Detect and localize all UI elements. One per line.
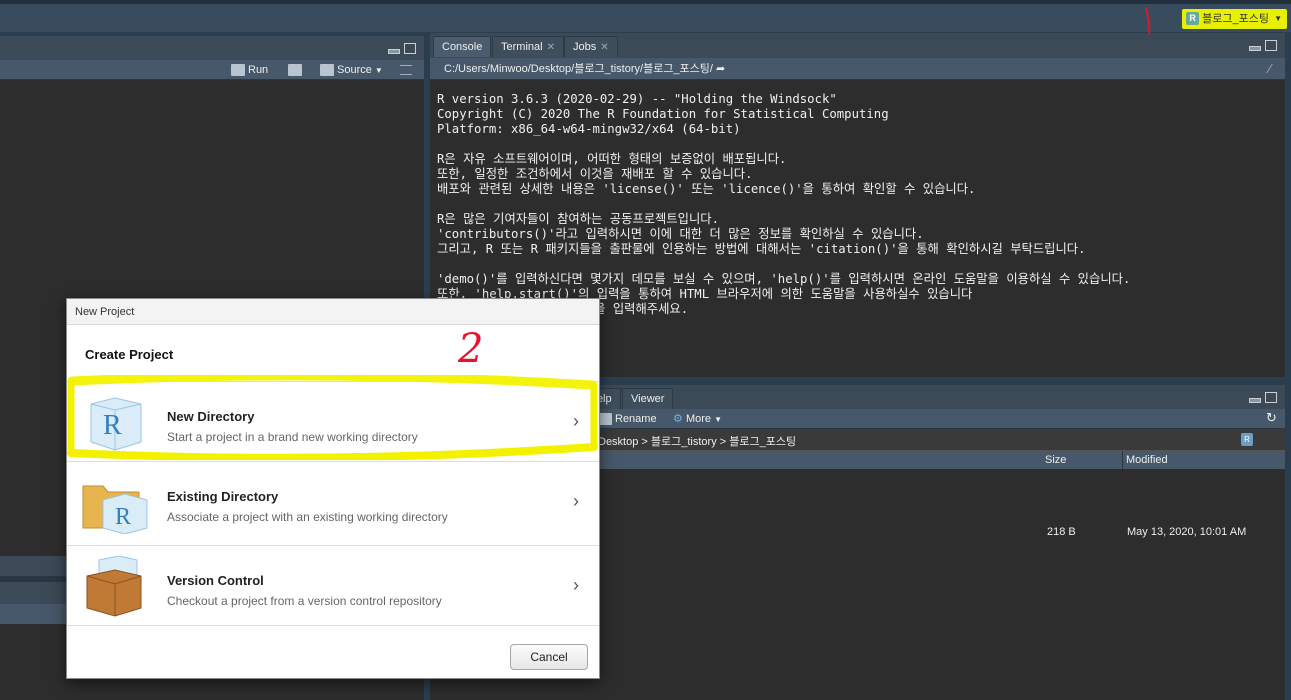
- maximize-icon[interactable]: [1265, 392, 1277, 403]
- source-toolbar: Run Source ▼: [0, 60, 424, 80]
- option-title: Existing Directory: [167, 489, 279, 504]
- cancel-button[interactable]: Cancel: [510, 644, 588, 670]
- window-buttons: [1249, 392, 1279, 404]
- option-description: Checkout a project from a version contro…: [167, 594, 442, 608]
- chevron-down-icon: ▼: [714, 415, 722, 424]
- breadcrumb[interactable]: Desktop > 블로그_tistory > 블로그_포스팅: [598, 433, 796, 449]
- top-toolbar: R 블로그_포스팅 ▼: [0, 0, 1291, 32]
- window-buttons: [388, 43, 418, 55]
- tab-viewer[interactable]: Viewer: [622, 388, 674, 409]
- column-size[interactable]: Size: [1045, 454, 1066, 466]
- r-project-icon: R: [1186, 12, 1200, 25]
- minimize-icon[interactable]: [1249, 398, 1261, 403]
- svg-text:R: R: [115, 504, 131, 530]
- source-icon: [320, 64, 334, 77]
- console-line: Platform: x86_64-w64-mingw32/x64 (64-bit…: [437, 122, 741, 136]
- rerun-icon: [288, 64, 302, 77]
- file-modified: May 13, 2020, 10:01 AM: [1127, 526, 1247, 538]
- maximize-icon[interactable]: [1265, 40, 1277, 51]
- file-size: 218 B: [1047, 526, 1076, 538]
- rename-button[interactable]: Rename: [598, 411, 657, 427]
- outline-icon[interactable]: [400, 65, 412, 75]
- version-control-icon: [86, 556, 142, 617]
- column-modified[interactable]: Modified: [1126, 454, 1168, 466]
- console-line: Copyright (C) 2020 The R Foundation for …: [437, 107, 889, 121]
- option-description: Associate a project with an existing wor…: [167, 510, 448, 524]
- run-button[interactable]: Run: [231, 62, 268, 78]
- gear-icon: ⚙: [673, 413, 683, 425]
- existing-directory-icon: R: [82, 485, 148, 534]
- console-path[interactable]: C:/Users/Minwoo/Desktop/블로그_tistory/블로그_…: [444, 60, 725, 76]
- annotation-number-1: 1: [1146, 6, 1147, 7]
- chevron-right-icon: ›: [573, 575, 579, 595]
- option-title: Version Control: [167, 573, 264, 588]
- close-icon[interactable]: ✕: [547, 42, 555, 53]
- console-tabs-bar: Console Terminal ✕ Jobs ✕: [430, 33, 1285, 58]
- chevron-down-icon: ▼: [1274, 14, 1282, 23]
- console-line: R version 3.6.3 (2020-02-29) -- "Holding…: [437, 92, 837, 106]
- dialog-title: New Project: [67, 299, 599, 325]
- version-control-option[interactable]: Version Control Checkout a project from …: [67, 545, 599, 625]
- more-button[interactable]: ⚙ More ▼: [673, 411, 722, 428]
- console-line: R은 많은 기여자들이 참여하는 공동프로젝트입니다.: [437, 212, 719, 226]
- existing-directory-option[interactable]: R Existing Directory Associate a project…: [67, 461, 599, 541]
- dialog-heading: Create Project: [85, 347, 174, 362]
- console-line: 'contributors()'라고 입력하시면 이에 대한 더 많은 정보를 …: [437, 227, 924, 241]
- close-icon[interactable]: ✕: [600, 42, 608, 53]
- new-project-dialog: New Project Create Project R New Directo…: [66, 298, 600, 679]
- console-line: R은 자유 소프트웨어이며, 어떠한 형태의 보증없이 배포됩니다.: [437, 152, 787, 166]
- r-project-icon[interactable]: R: [1241, 433, 1253, 446]
- refresh-icon[interactable]: ↻: [1266, 410, 1277, 426]
- console-line: 배포와 관련된 상세한 내용은 'license()' 또는 'licence(…: [437, 182, 976, 196]
- console-line: 그리고, R 또는 R 패키지들을 출판물에 인용하는 방법에 대해서는 'ci…: [437, 242, 1086, 256]
- project-name: 블로그_포스팅: [1202, 13, 1269, 25]
- source-pane-header: [0, 36, 424, 60]
- go-to-directory-icon: ➦: [716, 63, 726, 75]
- chevron-down-icon: ▼: [374, 66, 383, 75]
- rerun-button[interactable]: [288, 62, 305, 78]
- rename-icon: [598, 413, 612, 426]
- minimize-icon[interactable]: [1249, 46, 1261, 51]
- console-output[interactable]: R version 3.6.3 (2020-02-29) -- "Holding…: [437, 92, 1287, 317]
- minimize-icon[interactable]: [388, 49, 400, 54]
- tab-console[interactable]: Console: [433, 36, 492, 57]
- window-buttons: [1249, 40, 1279, 52]
- project-menu-button[interactable]: R 블로그_포스팅 ▼: [1182, 9, 1287, 29]
- broom-icon[interactable]: ⁄: [1269, 61, 1271, 76]
- highlight-annotation: [67, 375, 598, 460]
- dialog-divider: [67, 625, 599, 626]
- tab-jobs[interactable]: Jobs ✕: [564, 36, 618, 57]
- tab-terminal[interactable]: Terminal ✕: [492, 36, 564, 57]
- column-divider: [1122, 451, 1123, 469]
- chevron-right-icon: ›: [573, 491, 579, 511]
- run-icon: [231, 64, 245, 77]
- annotation-number-2: 2: [458, 326, 484, 372]
- console-line: 또한, 일정한 조건하에서 이것을 재배포 할 수 있습니다.: [437, 167, 753, 181]
- maximize-icon[interactable]: [404, 43, 416, 54]
- console-line: 'demo()'를 입력하신다면 몇가지 데모를 보실 수 있으며, 'help…: [437, 272, 1131, 286]
- source-button[interactable]: Source ▼: [320, 62, 383, 79]
